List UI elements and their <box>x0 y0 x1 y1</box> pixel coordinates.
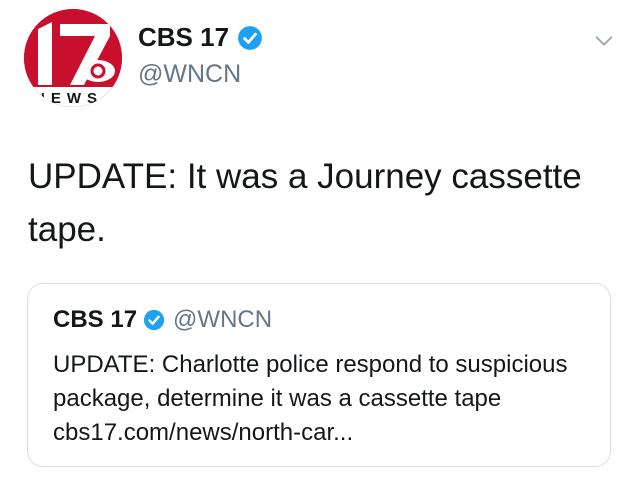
author-handle[interactable]: @WNCN <box>138 60 241 89</box>
quoted-tweet-text: UPDATE: Charlotte police respond to susp… <box>53 351 568 446</box>
chevron-down-icon[interactable] <box>593 30 615 52</box>
author-display-name[interactable]: CBS 17 <box>138 22 229 53</box>
cbs17-logo-icon: NEWS <box>24 9 122 107</box>
quoted-author-name: CBS 17 <box>53 306 138 333</box>
quoted-tweet-header: CBS 17 @WNCN <box>53 306 272 334</box>
quoted-author-handle: @WNCN <box>173 306 273 333</box>
verified-badge-icon <box>143 309 165 331</box>
quoted-tweet-card[interactable]: CBS 17 @WNCN UPDATE: Charlotte police re… <box>27 283 611 467</box>
svg-text:NEWS: NEWS <box>34 90 103 107</box>
author-row: CBS 17 <box>138 22 263 53</box>
avatar[interactable]: NEWS <box>24 9 122 107</box>
verified-badge-icon <box>238 25 262 50</box>
tweet-text: UPDATE: It was a Journey cassette tape. <box>28 157 582 249</box>
